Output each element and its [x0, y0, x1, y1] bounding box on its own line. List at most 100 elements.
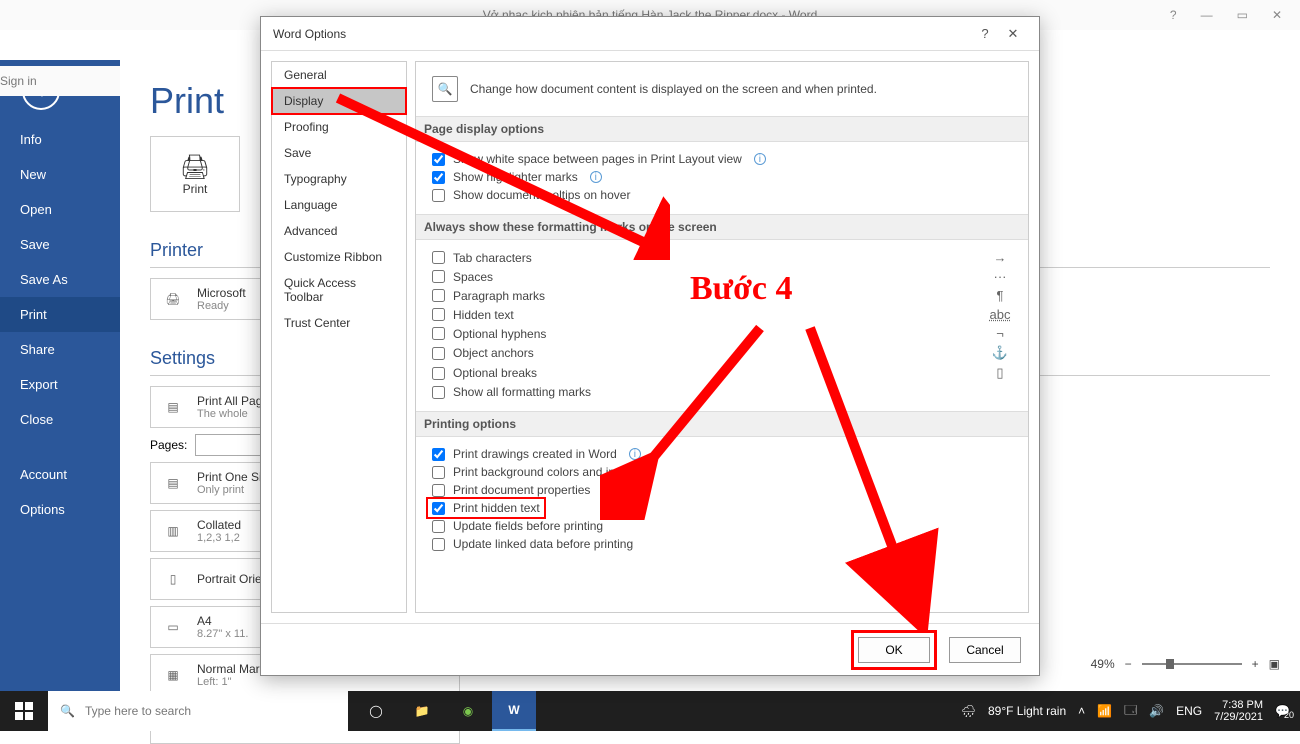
ok-button[interactable]: OK	[858, 637, 930, 663]
s2-checkbox-2[interactable]	[432, 289, 445, 302]
s1-row-0: Show white space between pages in Print …	[432, 150, 1012, 168]
s3-row-2: Print document properties	[432, 481, 1012, 499]
sidebar-item-new[interactable]: New	[0, 157, 120, 192]
weather-text[interactable]: 89°F Light rain	[988, 704, 1066, 718]
taskbar: 🔍 Type here to search ◯ 📁 ◉ W 🌧 89°F Lig…	[0, 691, 1300, 731]
dialog-title-text: Word Options	[273, 27, 346, 41]
start-button[interactable]	[0, 691, 48, 731]
sidebar-item-options[interactable]: Options	[0, 492, 120, 527]
sidebar-item-share[interactable]: Share	[0, 332, 120, 367]
s3-label-3: Print hidden text	[453, 501, 540, 515]
info-icon[interactable]: i	[629, 448, 641, 460]
zoom-in-icon[interactable]: +	[1252, 657, 1259, 671]
s2-row-6: Optional breaks▯	[432, 363, 1012, 383]
fit-page-icon[interactable]: ▣	[1269, 657, 1280, 671]
info-icon[interactable]: i	[590, 171, 602, 183]
app-green-icon[interactable]: ◉	[446, 691, 490, 731]
s1-row-1: Show highlighter marksi	[432, 168, 1012, 186]
s2-row-3: Hidden textabc	[432, 305, 1012, 324]
pages-label: Pages:	[150, 438, 187, 452]
s3-checkbox-1[interactable]	[432, 466, 445, 479]
s2-checkbox-6[interactable]	[432, 367, 445, 380]
options-category-list: General Display Proofing Save Typography…	[271, 61, 407, 613]
weather-icon[interactable]: 🌧	[961, 704, 976, 718]
format-symbol: ¬	[988, 326, 1012, 341]
sidebar-item-print[interactable]: Print	[0, 297, 120, 332]
cat-proofing[interactable]: Proofing	[272, 114, 406, 140]
s3-checkbox-0[interactable]	[432, 448, 445, 461]
s3-label-2: Print document properties	[453, 483, 590, 497]
cat-general[interactable]: General	[272, 62, 406, 88]
s3-checkbox-3[interactable]	[432, 502, 445, 515]
volume-icon[interactable]: 🔊	[1149, 704, 1164, 718]
s2-checkbox-0[interactable]	[432, 251, 445, 264]
s2-checkbox-4[interactable]	[432, 327, 445, 340]
section-formatting-marks: Always show these formatting marks on th…	[416, 214, 1028, 240]
taskbar-search[interactable]: 🔍 Type here to search	[48, 691, 348, 731]
s3-label-4: Update fields before printing	[453, 519, 603, 533]
s2-checkbox-5[interactable]	[432, 347, 445, 360]
backstage-sidebar: Info New Open Save Save As Print Share E…	[0, 60, 120, 721]
sidebar-item-account[interactable]: Account	[0, 457, 120, 492]
format-symbol: ···	[988, 269, 1012, 284]
s2-row-4: Optional hyphens¬	[432, 324, 1012, 343]
zoom-slider[interactable]	[1142, 663, 1242, 665]
cat-typography[interactable]: Typography	[272, 166, 406, 192]
cat-trust-center[interactable]: Trust Center	[272, 310, 406, 336]
s1-checkbox-1[interactable]	[432, 171, 445, 184]
battery-icon[interactable]: 🗔	[1124, 701, 1137, 722]
sidebar-item-open[interactable]: Open	[0, 192, 120, 227]
search-icon: 🔍	[60, 704, 75, 718]
close-icon[interactable]: ✕	[1272, 8, 1282, 22]
s3-checkbox-4[interactable]	[432, 520, 445, 533]
zoom-out-icon[interactable]: −	[1125, 657, 1132, 671]
help-icon[interactable]: ?	[1170, 8, 1177, 22]
s1-checkbox-2[interactable]	[432, 189, 445, 202]
s2-row-7: Show all formatting marks	[432, 383, 1012, 401]
sidebar-item-export[interactable]: Export	[0, 367, 120, 402]
notifications-icon[interactable]: 💬20	[1275, 704, 1290, 718]
sidebar-item-info[interactable]: Info	[0, 122, 120, 157]
s3-checkbox-5[interactable]	[432, 538, 445, 551]
file-explorer-icon[interactable]: 📁	[400, 691, 444, 731]
s2-row-0: Tab characters→	[432, 248, 1012, 267]
cat-display[interactable]: Display	[272, 88, 406, 114]
s1-checkbox-0[interactable]	[432, 153, 445, 166]
window-controls: ? — ▭ ✕	[1170, 8, 1300, 22]
sidebar-item-close[interactable]: Close	[0, 402, 120, 437]
dialog-help-icon[interactable]: ?	[971, 26, 999, 41]
clock[interactable]: 7:38 PM 7/29/2021	[1214, 699, 1263, 723]
printer-status-icon: 🖨	[159, 285, 187, 313]
print-button-label: Print	[183, 182, 208, 196]
s2-label-6: Optional breaks	[453, 366, 537, 380]
cat-save[interactable]: Save	[272, 140, 406, 166]
language-indicator[interactable]: ENG	[1176, 704, 1202, 718]
pages-icon: ▤	[159, 393, 187, 421]
cat-qat[interactable]: Quick Access Toolbar	[272, 270, 406, 310]
cat-language[interactable]: Language	[272, 192, 406, 218]
s2-checkbox-7[interactable]	[432, 386, 445, 399]
cat-advanced[interactable]: Advanced	[272, 218, 406, 244]
format-symbol: ¶	[988, 288, 1012, 303]
s3-row-4: Update fields before printing	[432, 517, 1012, 535]
cancel-button[interactable]: Cancel	[949, 637, 1021, 663]
dialog-close-icon[interactable]: ✕	[999, 26, 1027, 42]
tray-chevron-icon[interactable]: ˄	[1078, 704, 1085, 718]
s2-label-3: Hidden text	[453, 308, 514, 322]
sidebar-item-save[interactable]: Save	[0, 227, 120, 262]
s2-checkbox-1[interactable]	[432, 270, 445, 283]
collate-icon: ▥	[159, 517, 187, 545]
word-app-icon[interactable]: W	[492, 691, 536, 731]
sidebar-item-saveas[interactable]: Save As	[0, 262, 120, 297]
s3-checkbox-2[interactable]	[432, 484, 445, 497]
minimize-icon[interactable]: —	[1201, 8, 1213, 22]
task-view-icon[interactable]: ◯	[354, 691, 398, 731]
s1-row-2: Show document tooltips on hover	[432, 186, 1012, 204]
info-icon[interactable]: i	[754, 153, 766, 165]
restore-icon[interactable]: ▭	[1237, 8, 1248, 22]
s2-checkbox-3[interactable]	[432, 308, 445, 321]
cat-customize-ribbon[interactable]: Customize Ribbon	[272, 244, 406, 270]
print-button[interactable]: 🖨 Print	[150, 136, 240, 212]
wifi-icon[interactable]: 📶	[1097, 704, 1112, 718]
s1-label-2: Show document tooltips on hover	[453, 188, 630, 202]
